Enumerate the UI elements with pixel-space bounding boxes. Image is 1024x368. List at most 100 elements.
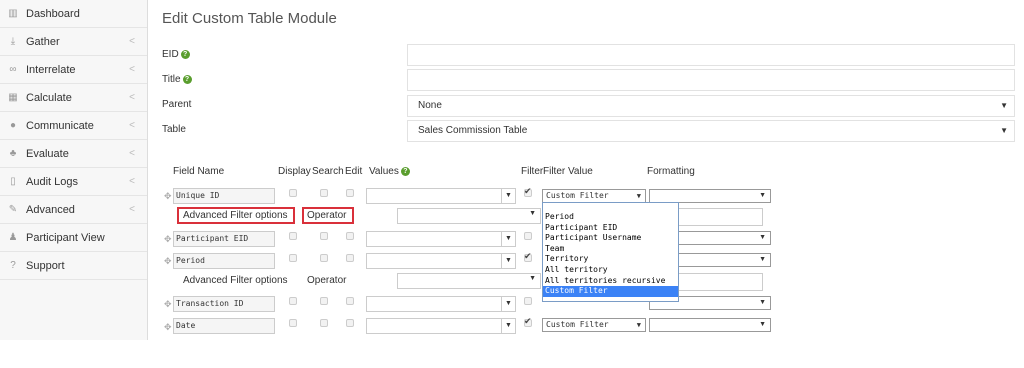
- filter-value-dropdown: Period Participant EID Participant Usern…: [542, 202, 679, 302]
- display-checkbox[interactable]: [289, 297, 297, 305]
- drag-handle-icon[interactable]: ✥: [164, 256, 172, 267]
- edit-checkbox[interactable]: [346, 254, 354, 262]
- sidebar-item-label: Communicate: [26, 119, 94, 132]
- sidebar-item-participant-view[interactable]: ♟ Participant View: [0, 224, 147, 252]
- formatting-select[interactable]: ▼: [649, 318, 771, 332]
- sidebar-item-calculate[interactable]: ▦ Calculate <: [0, 84, 147, 112]
- sidebar-item-evaluate[interactable]: ♣ Evaluate <: [0, 140, 147, 168]
- values-select[interactable]: ▼: [366, 253, 516, 269]
- values-select[interactable]: ▼: [366, 318, 516, 334]
- dropdown-option[interactable]: Team: [543, 244, 678, 255]
- help-circle-icon: ?: [10, 260, 16, 271]
- sidebar-item-audit-logs[interactable]: ▯ Audit Logs <: [0, 168, 147, 196]
- field-name-input[interactable]: Transaction ID: [173, 296, 275, 312]
- page-title: Edit Custom Table Module: [162, 10, 337, 27]
- col-search: Search: [312, 166, 344, 177]
- sidebar-item-label: Gather: [26, 35, 60, 48]
- formatting-select[interactable]: ▼: [649, 189, 771, 203]
- values-select[interactable]: ▼: [366, 188, 516, 204]
- drag-handle-icon[interactable]: ✥: [164, 322, 172, 333]
- field-name-input[interactable]: Period: [173, 253, 275, 269]
- sidebar-item-communicate[interactable]: ● Communicate <: [0, 112, 147, 140]
- search-checkbox[interactable]: [320, 232, 328, 240]
- dropdown-option[interactable]: All territory: [543, 265, 678, 276]
- filter-checkbox[interactable]: [524, 316, 532, 327]
- sidebar-item-interrelate[interactable]: ∞ Interrelate <: [0, 56, 147, 84]
- col-filter-value: Filter Value: [543, 166, 593, 177]
- table-label: Table: [162, 124, 186, 135]
- field-name-input[interactable]: Unique ID: [173, 188, 275, 204]
- parent-select[interactable]: None ▼: [407, 95, 1015, 117]
- wrench-icon: ✎: [8, 204, 18, 215]
- filter-checkbox[interactable]: [524, 186, 532, 197]
- edit-checkbox[interactable]: [346, 232, 354, 240]
- dropdown-option[interactable]: Period: [543, 212, 678, 223]
- chevron-left-icon: <: [129, 120, 135, 131]
- sidebar-item-label: Calculate: [26, 91, 72, 104]
- field-name-input[interactable]: Participant EID: [173, 231, 275, 247]
- sidebar-item-dashboard[interactable]: ▥ Dashboard: [0, 0, 147, 28]
- search-checkbox[interactable]: [320, 189, 328, 197]
- search-checkbox[interactable]: [320, 319, 328, 327]
- filter-checkbox[interactable]: [524, 251, 532, 262]
- dropdown-option[interactable]: Participant Username: [543, 233, 678, 244]
- caret-down-icon: ▼: [636, 321, 641, 329]
- title-field[interactable]: [407, 69, 1015, 91]
- display-checkbox[interactable]: [289, 254, 297, 262]
- bar-chart-icon: ▥: [8, 8, 18, 19]
- table-select[interactable]: Sales Commission Table ▼: [407, 120, 1015, 142]
- edit-checkbox[interactable]: [346, 319, 354, 327]
- operator-select[interactable]: ▼: [397, 273, 541, 289]
- sidebar-item-support[interactable]: ? Support: [0, 252, 147, 280]
- operator-select[interactable]: ▼: [397, 208, 541, 224]
- field-name-input[interactable]: Date: [173, 318, 275, 334]
- filter-value-select[interactable]: Custom Filter ▼: [542, 318, 646, 332]
- dropdown-option[interactable]: Territory: [543, 254, 678, 265]
- chevron-left-icon: <: [129, 64, 135, 75]
- chevron-left-icon: <: [129, 36, 135, 47]
- dropdown-option[interactable]: [543, 203, 678, 212]
- thumbs-up-icon: ♣: [9, 148, 17, 159]
- search-checkbox[interactable]: [320, 297, 328, 305]
- sidebar-item-gather[interactable]: ⤓ Gather <: [0, 28, 147, 56]
- drag-handle-icon[interactable]: ✥: [164, 299, 172, 310]
- caret-down-icon: ▼: [501, 319, 515, 333]
- col-formatting: Formatting: [647, 166, 695, 177]
- caret-down-icon: ▼: [501, 254, 515, 268]
- chevron-left-icon: <: [129, 92, 135, 103]
- values-select[interactable]: ▼: [366, 296, 516, 312]
- display-checkbox[interactable]: [289, 232, 297, 240]
- filter-value-select[interactable]: Custom Filter ▼: [542, 189, 646, 203]
- display-checkbox[interactable]: [289, 189, 297, 197]
- dropdown-option[interactable]: Participant EID: [543, 223, 678, 234]
- dropdown-option-selected[interactable]: Custom Filter: [543, 286, 678, 297]
- col-field-name: Field Name: [173, 166, 225, 177]
- caret-down-icon: ▼: [529, 275, 536, 282]
- eid-label: EID?: [162, 49, 190, 60]
- caret-down-icon: ▼: [759, 299, 766, 306]
- drag-handle-icon[interactable]: ✥: [164, 234, 172, 245]
- drag-handle-icon[interactable]: ✥: [164, 191, 172, 202]
- help-icon[interactable]: ?: [182, 74, 192, 84]
- eid-field[interactable]: [407, 44, 1015, 66]
- col-values: Values?: [369, 166, 410, 177]
- dropdown-option[interactable]: All territories recursive: [543, 276, 678, 287]
- title-label: Title?: [162, 74, 192, 85]
- caret-down-icon: ▼: [636, 192, 641, 200]
- caret-down-icon: ▼: [759, 256, 766, 263]
- values-select[interactable]: ▼: [366, 231, 516, 247]
- sidebar-item-label: Dashboard: [26, 7, 80, 20]
- display-checkbox[interactable]: [289, 319, 297, 327]
- edit-checkbox[interactable]: [346, 189, 354, 197]
- sidebar-item-label: Support: [26, 259, 65, 272]
- advanced-filter-options-label: Advanced Filter options: [183, 210, 288, 221]
- edit-checkbox[interactable]: [346, 297, 354, 305]
- search-checkbox[interactable]: [320, 254, 328, 262]
- sidebar-item-advanced[interactable]: ✎ Advanced <: [0, 196, 147, 224]
- filter-checkbox[interactable]: [524, 297, 532, 305]
- help-icon[interactable]: ?: [400, 166, 410, 176]
- col-edit: Edit: [345, 166, 363, 177]
- help-icon[interactable]: ?: [180, 49, 190, 59]
- link-icon: ∞: [9, 64, 17, 75]
- filter-checkbox[interactable]: [524, 232, 532, 240]
